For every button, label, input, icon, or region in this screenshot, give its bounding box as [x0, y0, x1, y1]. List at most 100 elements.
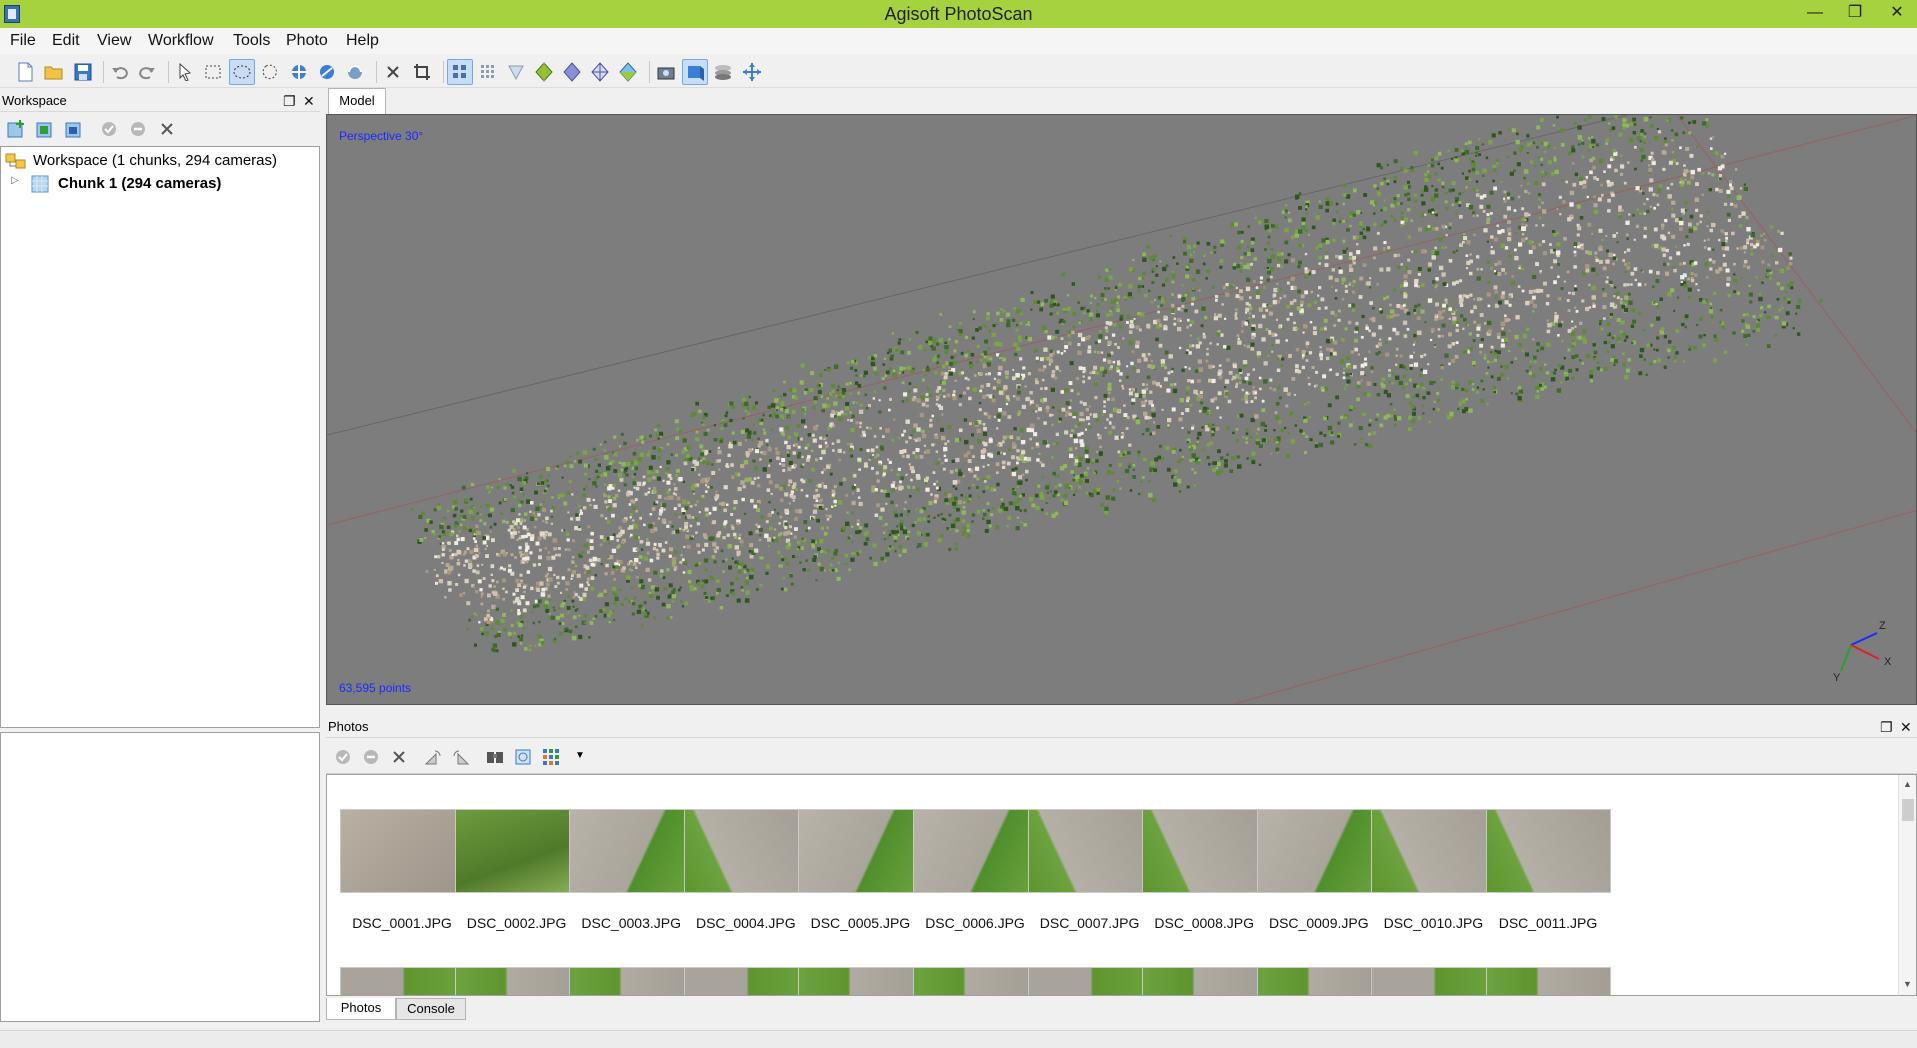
rotate-region-icon[interactable] — [342, 59, 368, 85]
elevation-icon[interactable] — [615, 59, 641, 85]
wireframe-icon[interactable] — [559, 59, 585, 85]
scroll-down-icon[interactable]: ▼ — [1903, 979, 1912, 989]
minimize-button[interactable]: — — [1795, 0, 1835, 28]
reset-photo-filter-icon[interactable] — [510, 744, 536, 770]
photo-thumbnail[interactable] — [1371, 967, 1497, 995]
axis-y-label: Y — [1833, 672, 1841, 684]
find-camera-icon[interactable] — [482, 744, 508, 770]
workspace-panel-title: Workspace — [2, 93, 67, 108]
close-window-button[interactable]: ✕ — [1877, 0, 1917, 28]
photo-thumbnail[interactable] — [1027, 967, 1153, 995]
solid-icon[interactable] — [531, 59, 557, 85]
photo-thumbnail[interactable] — [1486, 967, 1611, 995]
title-bar: Agisoft PhotoScan — ❐ ✕ — [0, 0, 1917, 28]
photo-thumbnail[interactable] — [1486, 809, 1611, 893]
photo-thumbnail[interactable] — [1256, 967, 1382, 995]
photo-thumbnail[interactable] — [913, 967, 1038, 995]
photos-scrollbar[interactable]: ▲ ▼ — [1898, 775, 1916, 995]
tab-console[interactable]: Console — [396, 998, 466, 1020]
rotate-left-icon[interactable] — [420, 744, 446, 770]
photo-thumbnail[interactable] — [454, 967, 580, 995]
enable-cameras-icon[interactable] — [96, 116, 122, 142]
enable-photo-icon[interactable] — [330, 744, 356, 770]
window-title: Agisoft PhotoScan — [884, 4, 1033, 24]
expand-arrow-icon[interactable]: ▷ — [11, 175, 19, 186]
perspective-label: Perspective 30° — [339, 129, 424, 143]
float-panel-icon[interactable]: ❐ — [283, 90, 296, 112]
textured-icon[interactable] — [587, 59, 613, 85]
undo-icon[interactable] — [107, 59, 133, 85]
photo-thumbnail[interactable] — [798, 967, 924, 995]
remove-photo-icon[interactable] — [386, 744, 412, 770]
photo-thumbnail[interactable] — [683, 809, 809, 893]
menu-help[interactable]: Help — [346, 32, 379, 50]
circle-selection-icon[interactable] — [229, 59, 255, 85]
disable-photo-icon[interactable] — [358, 744, 384, 770]
photo-thumbnail[interactable] — [340, 967, 465, 995]
restore-button[interactable]: ❐ — [1835, 0, 1875, 28]
scroll-up-icon[interactable]: ▲ — [1903, 779, 1912, 789]
show-region-icon[interactable] — [682, 59, 708, 85]
dense-cloud-icon[interactable] — [475, 59, 501, 85]
menu-workflow[interactable]: Workflow — [148, 32, 214, 50]
disable-cameras-icon[interactable] — [125, 116, 151, 142]
free-form-selection-icon[interactable] — [258, 59, 284, 85]
photo-thumbnail[interactable] — [340, 809, 465, 893]
add-photos-icon[interactable] — [32, 116, 58, 142]
axis-gizmo: Z X Y — [1833, 620, 1892, 684]
model-viewport[interactable]: Perspective 30° 63,595 points Z X Y — [326, 114, 1917, 705]
workspace-icon — [5, 153, 26, 169]
scrollbar-thumb[interactable] — [1902, 799, 1914, 821]
photo-thumbnail[interactable] — [569, 967, 695, 995]
main-toolbar — [0, 56, 1917, 88]
photo-thumbnail[interactable] — [683, 967, 809, 995]
open-project-icon[interactable] — [41, 59, 67, 85]
menu-view[interactable]: View — [97, 32, 131, 50]
photo-thumbnail[interactable] — [1142, 809, 1268, 893]
photo-thumbnail[interactable] — [1027, 809, 1153, 893]
photo-thumbnail[interactable] — [569, 809, 695, 893]
reset-view-icon[interactable] — [739, 59, 765, 85]
view-mode-icon[interactable] — [538, 744, 564, 770]
menu-file[interactable]: File — [10, 32, 36, 50]
remove-items-icon[interactable] — [154, 116, 180, 142]
tab-model[interactable]: Model — [328, 88, 386, 114]
shaded-icon[interactable] — [503, 59, 529, 85]
rectangle-selection-icon[interactable] — [200, 59, 226, 85]
photo-thumbnail[interactable] — [1256, 809, 1382, 893]
close-panel-icon[interactable]: ✕ — [303, 90, 315, 112]
add-chunk-icon[interactable] — [3, 116, 29, 142]
photo-thumbnail[interactable] — [1371, 809, 1497, 893]
point-cloud-icon[interactable] — [447, 59, 473, 85]
delete-selection-icon[interactable] — [380, 59, 406, 85]
float-photos-panel-icon[interactable]: ❐ — [1880, 716, 1893, 738]
navigation-icon[interactable] — [172, 59, 198, 85]
photo-thumbnail[interactable] — [454, 809, 580, 893]
menu-tools[interactable]: Tools — [233, 32, 270, 50]
point-cloud-render — [327, 115, 1916, 704]
crop-selection-icon[interactable] — [409, 59, 435, 85]
save-project-icon[interactable] — [70, 59, 96, 85]
show-aligned-chunks-icon[interactable] — [710, 59, 736, 85]
chunk-label: Chunk 1 (294 cameras) — [58, 175, 222, 192]
resize-region-icon[interactable] — [286, 59, 312, 85]
close-photos-panel-icon[interactable]: ✕ — [1900, 716, 1912, 738]
view-mode-dropdown-icon[interactable]: ▼ — [575, 750, 585, 761]
menu-photo[interactable]: Photo — [286, 32, 328, 50]
reference-pane — [0, 732, 320, 1022]
menu-edit[interactable]: Edit — [52, 32, 80, 50]
rotate-right-icon[interactable] — [448, 744, 474, 770]
redo-icon[interactable] — [134, 59, 160, 85]
photo-thumbnail[interactable] — [798, 809, 924, 893]
photos-toolbar: ▼ — [326, 740, 1917, 774]
photo-thumbnail[interactable] — [1142, 967, 1268, 995]
photos-panel-header: Photos ❐ ✕ — [326, 716, 1917, 738]
photo-thumbnail[interactable] — [913, 809, 1038, 893]
move-region-icon[interactable] — [314, 59, 340, 85]
add-folder-icon[interactable] — [61, 116, 87, 142]
tab-photos[interactable]: Photos — [326, 998, 396, 1020]
show-cameras-icon[interactable] — [653, 59, 679, 85]
point-count-label: 63,595 points — [339, 681, 412, 695]
new-project-icon[interactable] — [12, 59, 38, 85]
photos-grid: DSC_0001.JPG DSC_0002.JPG DSC_0003.JPG DSC_… — [326, 774, 1917, 996]
